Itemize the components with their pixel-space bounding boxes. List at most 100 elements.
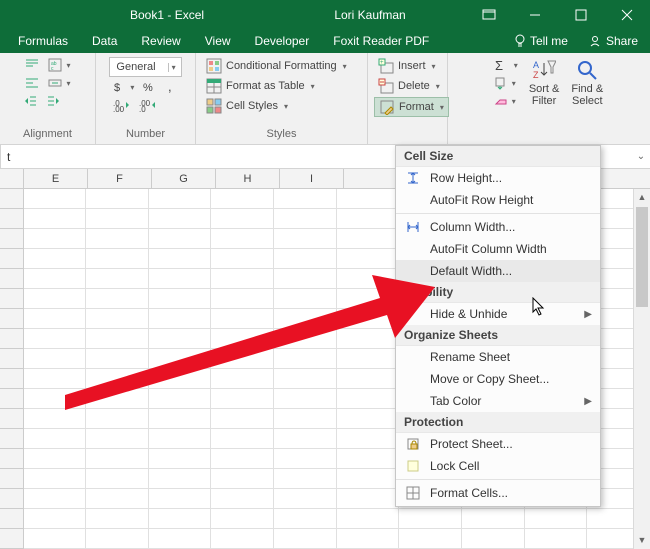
row-header[interactable] [0,469,24,489]
fill-button[interactable]: ▾ [491,75,521,91]
minimize-button[interactable] [512,0,558,29]
column-header[interactable]: G [152,169,216,188]
cell[interactable] [274,509,337,529]
find-select-button[interactable]: Find & Select [567,57,607,109]
cell[interactable] [86,429,149,449]
cell[interactable] [149,309,212,329]
tab-formulas[interactable]: Formulas [6,31,80,51]
cell[interactable] [337,229,400,249]
menu-item-column-width[interactable]: Column Width... [396,216,600,238]
cell[interactable] [149,489,212,509]
cell[interactable] [149,469,212,489]
cell[interactable] [149,229,212,249]
cell[interactable] [86,409,149,429]
cell[interactable] [24,409,87,429]
menu-item-autofit-column[interactable]: AutoFit Column Width [396,238,600,260]
cell-styles-button[interactable]: Cell Styles▾ [202,97,351,115]
cell[interactable] [211,409,274,429]
select-all-corner[interactable] [0,169,24,188]
cell[interactable] [86,469,149,489]
ribbon-display-options-icon[interactable] [466,0,512,29]
row-header[interactable] [0,189,24,209]
cell[interactable] [149,529,212,549]
cell[interactable] [399,509,462,529]
decrease-indent-button[interactable] [21,93,41,109]
cell[interactable] [211,269,274,289]
cell[interactable] [149,409,212,429]
cell[interactable] [149,349,212,369]
menu-item-hide-unhide[interactable]: Hide & Unhide ▶ [396,303,600,325]
insert-button[interactable]: + Insert▾ [374,57,449,75]
close-button[interactable] [604,0,650,29]
cell[interactable] [24,449,87,469]
vertical-scrollbar[interactable]: ▲ ▼ [633,189,650,549]
cell[interactable] [86,209,149,229]
cell[interactable] [337,209,400,229]
cell[interactable] [399,529,462,549]
cell[interactable] [149,209,212,229]
cell[interactable] [149,329,212,349]
cell[interactable] [86,529,149,549]
percent-button[interactable]: % [139,79,159,95]
formula-bar-expand[interactable]: ⌄ [632,151,650,162]
cell[interactable] [24,369,87,389]
row-header[interactable] [0,289,24,309]
cell[interactable] [149,189,212,209]
cell[interactable] [86,329,149,349]
row-header[interactable] [0,489,24,509]
cell[interactable] [274,249,337,269]
column-header[interactable]: F [88,169,152,188]
row-header[interactable] [0,429,24,449]
column-header[interactable]: E [24,169,88,188]
cell[interactable] [149,509,212,529]
cell[interactable] [149,249,212,269]
cell[interactable] [86,489,149,509]
increase-decimal-button[interactable]: .0.00 [109,97,133,113]
cell[interactable] [24,209,87,229]
cell[interactable] [86,289,149,309]
cell[interactable] [86,249,149,269]
row-header[interactable] [0,369,24,389]
cell[interactable] [86,309,149,329]
cell[interactable] [462,529,525,549]
tab-data[interactable]: Data [80,31,129,51]
cell[interactable] [211,529,274,549]
cell[interactable] [24,489,87,509]
cell[interactable] [149,369,212,389]
cell[interactable] [149,389,212,409]
cell[interactable] [337,389,400,409]
cell[interactable] [274,409,337,429]
cell[interactable] [274,449,337,469]
cell[interactable] [149,429,212,449]
increase-indent-button[interactable] [43,93,63,109]
cell[interactable] [337,509,400,529]
tab-foxit[interactable]: Foxit Reader PDF [321,31,441,51]
share-button[interactable]: Share [588,34,644,48]
cell[interactable] [86,449,149,469]
row-header[interactable] [0,349,24,369]
accounting-format-button[interactable]: $▾ [109,79,137,95]
merge-center-button[interactable]: ▾ [45,75,73,91]
cell[interactable] [337,469,400,489]
cell[interactable] [211,329,274,349]
menu-item-default-width[interactable]: Default Width... [396,260,600,282]
cell[interactable] [24,329,87,349]
autosum-button[interactable]: Σ▾ [491,57,521,73]
cell[interactable] [274,329,337,349]
cell[interactable] [211,449,274,469]
cell[interactable] [274,309,337,329]
cell[interactable] [24,189,87,209]
cell[interactable] [337,249,400,269]
cell[interactable] [337,189,400,209]
cell[interactable] [211,429,274,449]
column-header[interactable]: H [216,169,280,188]
cell[interactable] [211,389,274,409]
align-left-button[interactable] [21,75,43,91]
number-format-combo[interactable]: General ▾ [109,57,181,77]
cell[interactable] [24,509,87,529]
cell[interactable] [24,389,87,409]
conditional-formatting-button[interactable]: Conditional Formatting▾ [202,57,351,75]
cell[interactable] [337,489,400,509]
cell[interactable] [337,369,400,389]
row-header[interactable] [0,229,24,249]
